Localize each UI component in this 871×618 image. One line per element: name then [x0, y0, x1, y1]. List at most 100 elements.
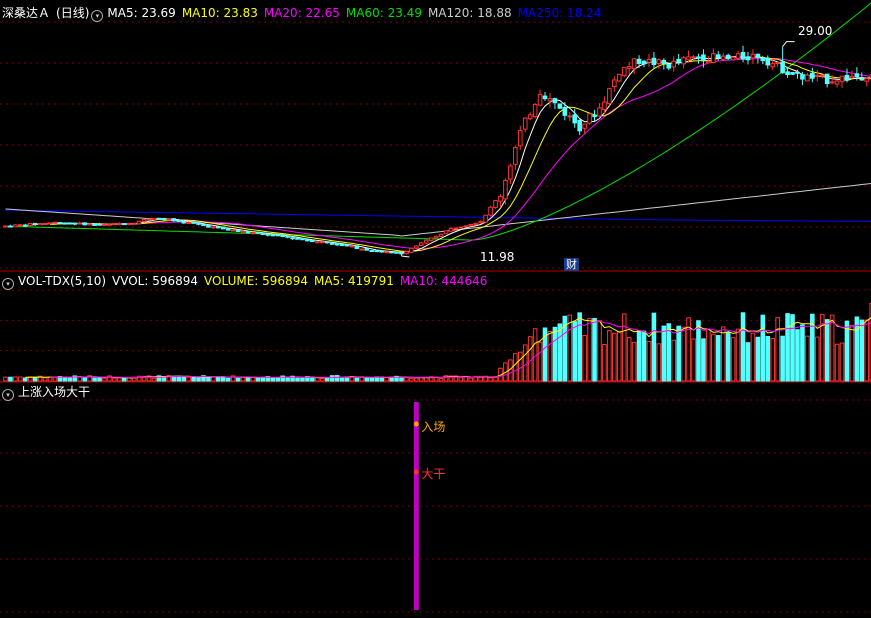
candle-body: [186, 221, 191, 224]
candle-body: [671, 60, 677, 68]
candle-body: [77, 222, 83, 225]
candle-body: [760, 57, 766, 62]
candle-body: [305, 239, 310, 242]
volume-bar: [711, 333, 716, 382]
candle-body: [131, 222, 137, 225]
candle-body: [493, 200, 498, 209]
candle-body: [126, 222, 132, 225]
candle-body: [720, 55, 726, 60]
candle-body: [359, 248, 365, 251]
volume-bar: [785, 313, 790, 382]
candle-body: [161, 217, 167, 220]
ma250-line: [5, 209, 871, 222]
ma-item-1: MA10: 23.83: [181, 6, 258, 20]
candle-body: [196, 222, 201, 225]
volume-bar: [3, 376, 8, 382]
volume-bar: [824, 319, 830, 382]
volume-bar: [537, 341, 543, 382]
finance-badge[interactable]: 财: [564, 258, 579, 271]
candle-body: [864, 78, 870, 82]
volume-bar: [552, 326, 558, 382]
volume-bar: [32, 376, 38, 382]
volume-bar: [547, 330, 553, 382]
candle-body: [414, 245, 419, 249]
volume-bar: [220, 376, 226, 382]
volume-bar: [626, 337, 632, 382]
candle-body: [453, 227, 459, 230]
volume-bar: [211, 376, 216, 382]
candle-body: [117, 223, 122, 226]
candle-body: [47, 222, 53, 225]
volume-bar: [864, 319, 870, 382]
chart-canvas[interactable]: [0, 0, 871, 618]
candle-body: [280, 234, 285, 238]
candle-body: [567, 115, 573, 118]
candle-body: [661, 59, 667, 65]
volume-bar: [399, 376, 404, 382]
volume-bar: [666, 323, 672, 382]
candle-body: [374, 250, 380, 253]
candle-body: [542, 95, 548, 100]
candle-body: [354, 245, 360, 250]
candle-body: [409, 247, 414, 253]
candle-body: [379, 250, 384, 253]
main-legend: 深桑达Ａ (日线) ▾ MA5: 23.69 MA10: 23.83 MA20: 22.6…: [2, 5, 613, 22]
candle-body: [82, 222, 87, 226]
volume-bar: [112, 377, 117, 382]
stock-name: 深桑达Ａ: [2, 6, 51, 20]
settings-circle-icon[interactable]: ▾: [2, 278, 14, 290]
volume-bar: [681, 326, 686, 382]
volume-bar: [414, 377, 419, 382]
volume-bar: [805, 335, 810, 382]
volume-bar: [780, 335, 785, 382]
candle-body: [201, 224, 206, 227]
candle-body: [513, 147, 518, 165]
candle-body: [785, 71, 790, 76]
candle-body: [730, 56, 736, 61]
low-marker: [401, 255, 410, 258]
candle-body: [651, 57, 657, 66]
volume-bar: [760, 314, 766, 382]
candle-body: [216, 226, 221, 229]
volume-bar: [334, 375, 340, 382]
candle-body: [463, 225, 469, 228]
candle-body: [666, 64, 672, 69]
candle-body: [235, 229, 241, 232]
candle-body: [156, 217, 162, 220]
candle-body: [27, 222, 33, 227]
volume-bar: [844, 320, 850, 382]
candle-body: [107, 223, 112, 226]
candle-body: [245, 231, 251, 234]
volume-bar: [18, 376, 23, 382]
candle-body: [790, 72, 795, 75]
candle-body: [626, 66, 632, 69]
volume-bar: [285, 376, 290, 382]
candle-body: [349, 245, 355, 248]
volume-bar: [47, 376, 53, 382]
settings-circle-icon[interactable]: ▾: [91, 10, 104, 22]
volume-bar: [255, 377, 261, 382]
high-marker: [782, 41, 795, 47]
volume-bar: [641, 330, 647, 382]
candle-body: [473, 222, 479, 225]
volume-bar: [458, 377, 464, 382]
candle-body: [13, 224, 18, 228]
candle-body: [735, 53, 741, 59]
candle-body: [597, 107, 602, 117]
volume-bar: [151, 377, 157, 382]
candle-body: [22, 224, 28, 227]
candle-body: [641, 60, 647, 65]
volume-bar: [468, 377, 474, 382]
volume-bar: [364, 377, 370, 382]
settings-circle-icon[interactable]: ▾: [2, 389, 14, 401]
candle-body: [765, 57, 771, 66]
volume-bar: [196, 377, 201, 382]
candle-body: [171, 218, 177, 222]
candle-body: [503, 179, 508, 200]
candle-body: [557, 103, 563, 109]
candle-body: [527, 114, 533, 120]
candle-body: [844, 74, 850, 81]
candle-body: [8, 225, 13, 228]
candle-body: [176, 219, 182, 222]
candle-body: [562, 106, 568, 116]
